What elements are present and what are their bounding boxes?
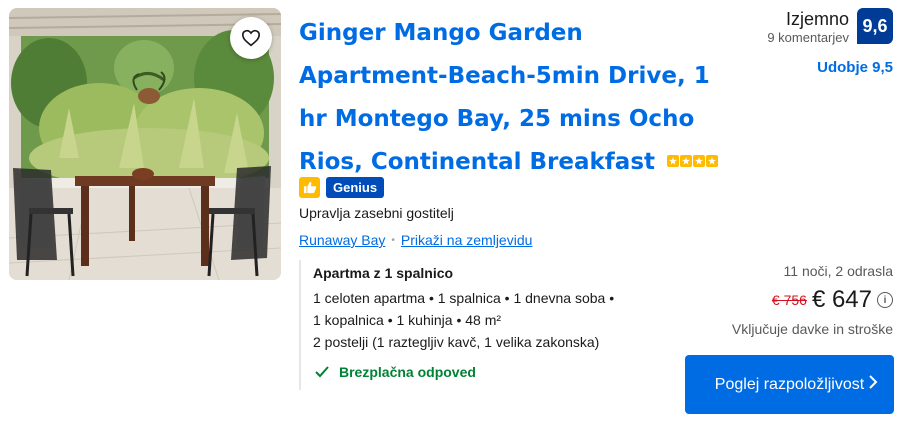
heart-icon [241,29,261,47]
location-score: Udobje 9,5 [817,59,893,76]
review-score[interactable]: Izjemno 9 komentarjev 9,6 [767,8,893,46]
location-row: Runaway Bay • Prikaži na zemljevidu [299,232,532,248]
check-icon [315,366,329,378]
see-availability-button[interactable]: Poglej razpoložljivost [685,355,894,414]
room-detail-line: 1 kopalnica • 1 kuhinja • 48 m² [313,312,502,328]
location-link[interactable]: Runaway Bay [299,232,385,248]
room-detail-line: 2 postelji (1 raztegljiv kavč, 1 velika … [313,334,600,350]
original-price: € 756 [771,292,807,308]
separator-dot: • [391,234,395,246]
room-details: Apartma z 1 spalnico 1 celoten apartma •… [299,260,659,390]
host-type: Upravlja zasebni gostitelj [299,205,454,221]
star-icon [667,155,680,167]
favorite-button[interactable] [230,17,272,59]
genius-badge[interactable]: Genius [326,177,385,198]
review-count: 9 komentarjev [767,30,849,45]
show-on-map-link[interactable]: Prikaži na zemljevidu [401,232,533,248]
stay-length: 11 noči, 2 odrasla [783,263,893,279]
info-icon[interactable]: i [877,292,893,308]
review-score-badge: 9,6 [857,8,893,44]
star-rating [667,155,719,167]
free-cancellation-text: Brezplačna odpoved [339,364,476,380]
chevron-right-icon [869,375,878,389]
star-icon [693,155,706,167]
price-row: € 756 € 647 i [772,286,893,314]
room-title: Apartma z 1 spalnico [313,265,454,281]
property-title[interactable]: Ginger Mango Garden Apartment-Beach-5min… [299,12,719,184]
property-title-text[interactable]: Ginger Mango Garden Apartment-Beach-5min… [299,20,710,175]
review-summary: Izjemno 9 komentarjev [767,8,849,46]
current-price: € 647 [811,286,872,313]
star-icon [680,155,693,167]
star-icon [706,155,719,167]
see-availability-label: Poglej razpoložljivost [714,375,865,393]
badges-row: Genius [299,177,385,198]
review-word: Izjemno [785,9,849,29]
room-detail-line: 1 celoten apartma • 1 spalnica • 1 dnevn… [313,290,615,306]
thumbs-up-icon[interactable] [299,177,320,198]
free-cancellation: Brezplačna odpoved [315,364,476,380]
taxes-note: Vključuje davke in stroške [731,321,893,337]
